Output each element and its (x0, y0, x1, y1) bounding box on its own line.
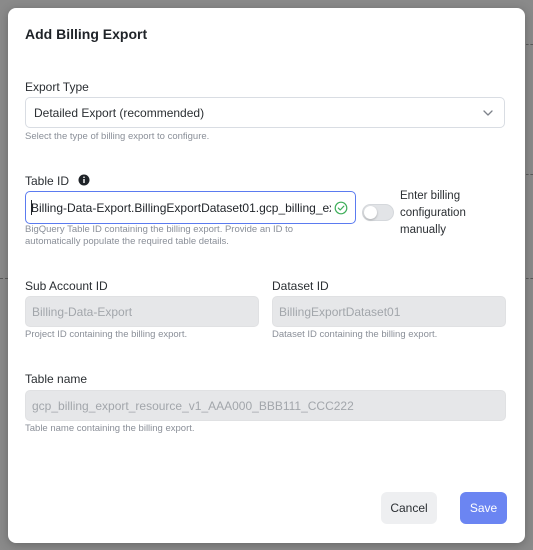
chevron-down-icon (483, 110, 493, 116)
save-button[interactable]: Save (460, 492, 507, 524)
background-divider (526, 278, 533, 280)
cancel-button[interactable]: Cancel (381, 492, 437, 524)
export-type-label: Export Type (25, 80, 89, 94)
info-icon[interactable] (78, 174, 90, 186)
table-id-help: BigQuery Table ID containing the billing… (25, 224, 294, 247)
dataset-help: Dataset ID containing the billing export… (272, 329, 438, 340)
table-id-label: Table ID (25, 174, 70, 188)
sub-account-input: Billing-Data-Export (25, 296, 259, 327)
background-divider (0, 278, 8, 280)
dataset-value: BillingExportDataset01 (279, 305, 401, 319)
sub-account-label: Sub Account ID (25, 279, 108, 293)
check-circle-icon (334, 201, 348, 215)
table-name-label: Table name (25, 372, 88, 386)
table-id-input[interactable]: Billing-Data-Export.BillingExportDataset… (25, 191, 356, 224)
table-name-help: Table name containing the billing export… (25, 423, 195, 434)
manual-config-toggle[interactable] (362, 204, 394, 221)
dataset-label: Dataset ID (272, 279, 329, 293)
table-name-value: gcp_billing_export_resource_v1_AAA000_BB… (32, 399, 354, 413)
export-type-help: Select the type of billing export to con… (25, 131, 210, 142)
sub-account-help: Project ID containing the billing export… (25, 329, 188, 340)
background-divider (526, 44, 533, 46)
table-name-input: gcp_billing_export_resource_v1_AAA000_BB… (25, 390, 506, 421)
dataset-input: BillingExportDataset01 (272, 296, 506, 327)
export-type-value: Detailed Export (recommended) (34, 106, 205, 120)
manual-config-label: Enter billing configuration manually (400, 190, 466, 236)
table-id-value: Billing-Data-Export.BillingExportDataset… (31, 201, 331, 215)
add-billing-export-dialog: Add Billing Export Export Type Detailed … (8, 8, 525, 543)
sub-account-value: Billing-Data-Export (32, 305, 133, 319)
export-type-select[interactable]: Detailed Export (recommended) (25, 97, 505, 128)
dialog-title: Add Billing Export (25, 26, 148, 42)
text-caret (31, 200, 32, 215)
toggle-knob (364, 206, 377, 219)
background-divider (526, 174, 533, 176)
